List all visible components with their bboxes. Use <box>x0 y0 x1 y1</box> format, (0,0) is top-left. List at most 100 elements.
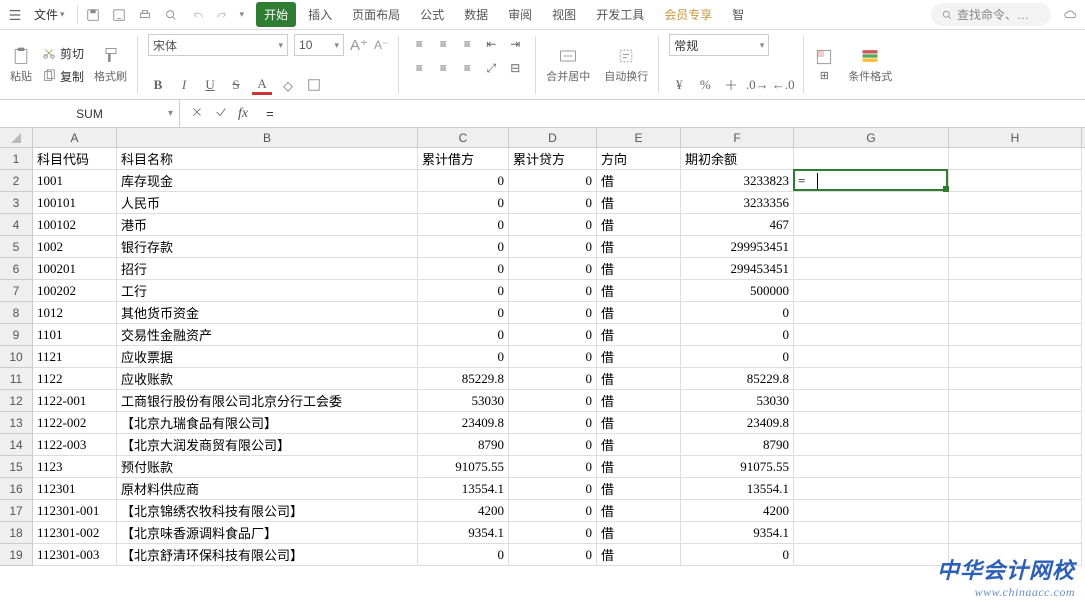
column-header[interactable]: A <box>33 128 117 147</box>
cell[interactable]: 100202 <box>33 280 117 302</box>
row-header[interactable]: 14 <box>0 434 33 456</box>
cell[interactable]: 3233356 <box>681 192 794 214</box>
tab-data[interactable]: 数据 <box>456 2 496 27</box>
cell[interactable] <box>794 236 949 258</box>
indent-decrease-icon[interactable]: ⇤ <box>481 34 501 54</box>
cell[interactable]: 招行 <box>117 258 418 280</box>
cell[interactable]: 53030 <box>418 390 509 412</box>
increase-font-icon[interactable]: A⁺ <box>350 36 368 54</box>
row-header[interactable]: 18 <box>0 522 33 544</box>
save-as-icon[interactable] <box>110 6 128 24</box>
cell[interactable] <box>949 478 1082 500</box>
cell[interactable]: 3233823 <box>681 170 794 192</box>
cell[interactable]: 0 <box>509 412 597 434</box>
row-header[interactable]: 17 <box>0 500 33 522</box>
tab-dev[interactable]: 开发工具 <box>588 2 652 27</box>
cell[interactable] <box>794 192 949 214</box>
print-preview-icon[interactable] <box>162 6 180 24</box>
cell[interactable]: 0 <box>509 324 597 346</box>
cell[interactable]: 1002 <box>33 236 117 258</box>
cell[interactable] <box>794 324 949 346</box>
cell[interactable]: 0 <box>418 544 509 566</box>
cell[interactable]: 0 <box>509 478 597 500</box>
decrease-font-icon[interactable]: A⁻ <box>374 38 388 52</box>
cell[interactable] <box>794 500 949 522</box>
cell[interactable]: 13554.1 <box>418 478 509 500</box>
font-size-select[interactable]: 10▾ <box>294 34 344 56</box>
cell[interactable] <box>794 522 949 544</box>
cell[interactable]: 91075.55 <box>418 456 509 478</box>
cell[interactable]: 工商银行股份有限公司北京分行工会委 <box>117 390 418 412</box>
align-center-icon[interactable]: ≡ <box>433 58 453 78</box>
cell[interactable] <box>794 280 949 302</box>
cell[interactable]: 0 <box>418 302 509 324</box>
cell[interactable]: 【北京九瑞食品有限公司】 <box>117 412 418 434</box>
cell[interactable]: 【北京舒清环保科技有限公司】 <box>117 544 418 566</box>
file-menu[interactable]: 文件 ▾ <box>28 4 71 25</box>
cell[interactable]: 100201 <box>33 258 117 280</box>
currency-button[interactable]: ¥ <box>669 75 689 95</box>
merge-center-button[interactable]: 合并居中 <box>542 44 594 86</box>
cell[interactable]: 应收票据 <box>117 346 418 368</box>
row-header[interactable]: 2 <box>0 170 33 192</box>
cell[interactable]: 0 <box>509 236 597 258</box>
formula-input[interactable]: = <box>258 106 1085 121</box>
orientation-icon[interactable]: ⤢ <box>481 58 501 78</box>
column-header[interactable]: E <box>597 128 681 147</box>
row-header[interactable]: 15 <box>0 456 33 478</box>
cell[interactable]: 112301-002 <box>33 522 117 544</box>
cell[interactable] <box>794 434 949 456</box>
cell[interactable]: 112301 <box>33 478 117 500</box>
cell[interactable]: 0 <box>509 280 597 302</box>
font-color-button[interactable]: A <box>252 75 272 95</box>
tab-vip[interactable]: 会员专享 <box>656 2 720 27</box>
cell[interactable]: 预付账款 <box>117 456 418 478</box>
align-middle-icon[interactable]: ≡ <box>433 34 453 54</box>
redo-icon[interactable] <box>214 6 232 24</box>
cell[interactable]: 0 <box>509 302 597 324</box>
cell[interactable]: 0 <box>418 324 509 346</box>
cell[interactable]: 0 <box>418 170 509 192</box>
cell[interactable]: 112301-001 <box>33 500 117 522</box>
tab-layout[interactable]: 页面布局 <box>344 2 408 27</box>
cell[interactable] <box>949 280 1082 302</box>
cell[interactable]: 100102 <box>33 214 117 236</box>
row-header[interactable]: 5 <box>0 236 33 258</box>
cell[interactable]: 0 <box>509 170 597 192</box>
align-right-icon[interactable]: ≡ <box>457 58 477 78</box>
conditional-format-button[interactable]: 条件格式 <box>844 44 896 86</box>
row-header[interactable]: 7 <box>0 280 33 302</box>
strike-button[interactable]: S <box>226 75 246 95</box>
row-header[interactable]: 19 <box>0 544 33 566</box>
cell[interactable]: 借 <box>597 258 681 280</box>
cell[interactable]: 0 <box>681 324 794 346</box>
cell[interactable] <box>949 214 1082 236</box>
cell[interactable]: 借 <box>597 390 681 412</box>
underline-button[interactable]: U <box>200 75 220 95</box>
cell[interactable]: 13554.1 <box>681 478 794 500</box>
row-header[interactable]: 9 <box>0 324 33 346</box>
tab-formula[interactable]: 公式 <box>412 2 452 27</box>
print-icon[interactable] <box>136 6 154 24</box>
cell[interactable]: 4200 <box>418 500 509 522</box>
cell[interactable]: 0 <box>509 544 597 566</box>
cell[interactable]: 借 <box>597 500 681 522</box>
cell[interactable] <box>949 456 1082 478</box>
tab-review[interactable]: 审阅 <box>500 2 540 27</box>
cell[interactable]: 1122 <box>33 368 117 390</box>
cell[interactable] <box>949 346 1082 368</box>
cell[interactable]: 1122-003 <box>33 434 117 456</box>
paste-button[interactable]: 粘贴 <box>6 44 36 86</box>
cell[interactable]: 1121 <box>33 346 117 368</box>
cell[interactable]: 人民币 <box>117 192 418 214</box>
cell[interactable]: 借 <box>597 434 681 456</box>
increase-decimal-button[interactable]: .0→ <box>747 75 767 95</box>
cell[interactable] <box>794 302 949 324</box>
row-header[interactable]: 1 <box>0 148 33 170</box>
spreadsheet-grid[interactable]: ABCDEFGH 1科目代码科目名称累计借方累计贷方方向期初余额21001库存现… <box>0 128 1085 566</box>
cell[interactable] <box>794 346 949 368</box>
cell[interactable]: 科目代码 <box>33 148 117 170</box>
indent-increase-icon[interactable]: ⇥ <box>505 34 525 54</box>
cell[interactable] <box>794 390 949 412</box>
border-button[interactable] <box>304 75 324 95</box>
